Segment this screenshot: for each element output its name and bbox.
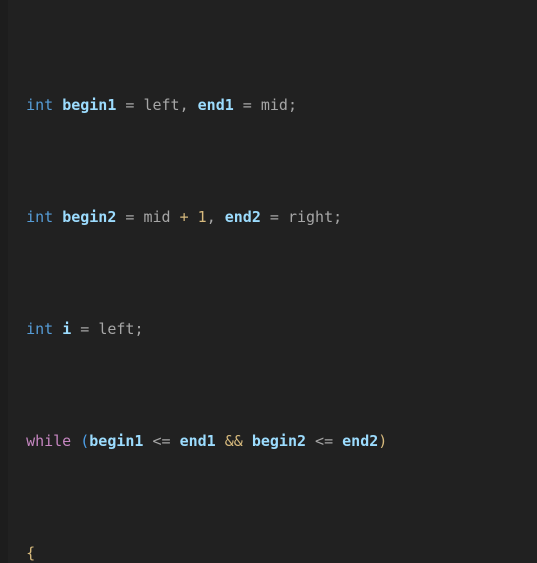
code-line[interactable]: int begin1 = left, end1 = mid; <box>8 94 537 116</box>
code-line[interactable]: while (begin1 <= end1 && begin2 <= end2) <box>8 430 537 452</box>
token-keyword: while <box>26 431 72 450</box>
token-operator: + <box>179 207 189 226</box>
token-variable: i <box>62 319 72 338</box>
token-operator: && <box>224 431 243 450</box>
token-variable: end2 <box>342 431 379 450</box>
token-variable: begin1 <box>89 431 144 450</box>
token-variable: end1 <box>197 95 234 114</box>
token-type: int <box>26 207 54 226</box>
editor-gutter <box>0 0 8 563</box>
code-line[interactable]: int i = left; <box>8 318 537 340</box>
code-content[interactable]: int begin1 = left, end1 = mid; int begin… <box>8 4 537 563</box>
token-parameter: right <box>287 207 334 226</box>
token-variable: end2 <box>224 207 261 226</box>
code-editor[interactable]: int begin1 = left, end1 = mid; int begin… <box>0 0 537 563</box>
token-bracket: ) <box>378 431 388 450</box>
token-variable: begin2 <box>62 207 117 226</box>
token-parameter: left <box>98 319 135 338</box>
token-variable: end1 <box>179 431 216 450</box>
token-parameter: mid <box>260 95 288 114</box>
token-variable: begin1 <box>62 95 117 114</box>
token-type: int <box>26 319 54 338</box>
token-parameter: mid <box>143 207 171 226</box>
token-variable: begin2 <box>251 431 307 450</box>
token-brace: { <box>26 543 36 562</box>
token-parameter: left <box>143 95 180 114</box>
token-type: int <box>26 95 54 114</box>
code-line[interactable]: { <box>8 542 537 563</box>
token-bracket: ( <box>80 431 90 450</box>
code-line[interactable]: int begin2 = mid + 1, end2 = right; <box>8 206 537 228</box>
token-number: 1 <box>197 207 207 226</box>
